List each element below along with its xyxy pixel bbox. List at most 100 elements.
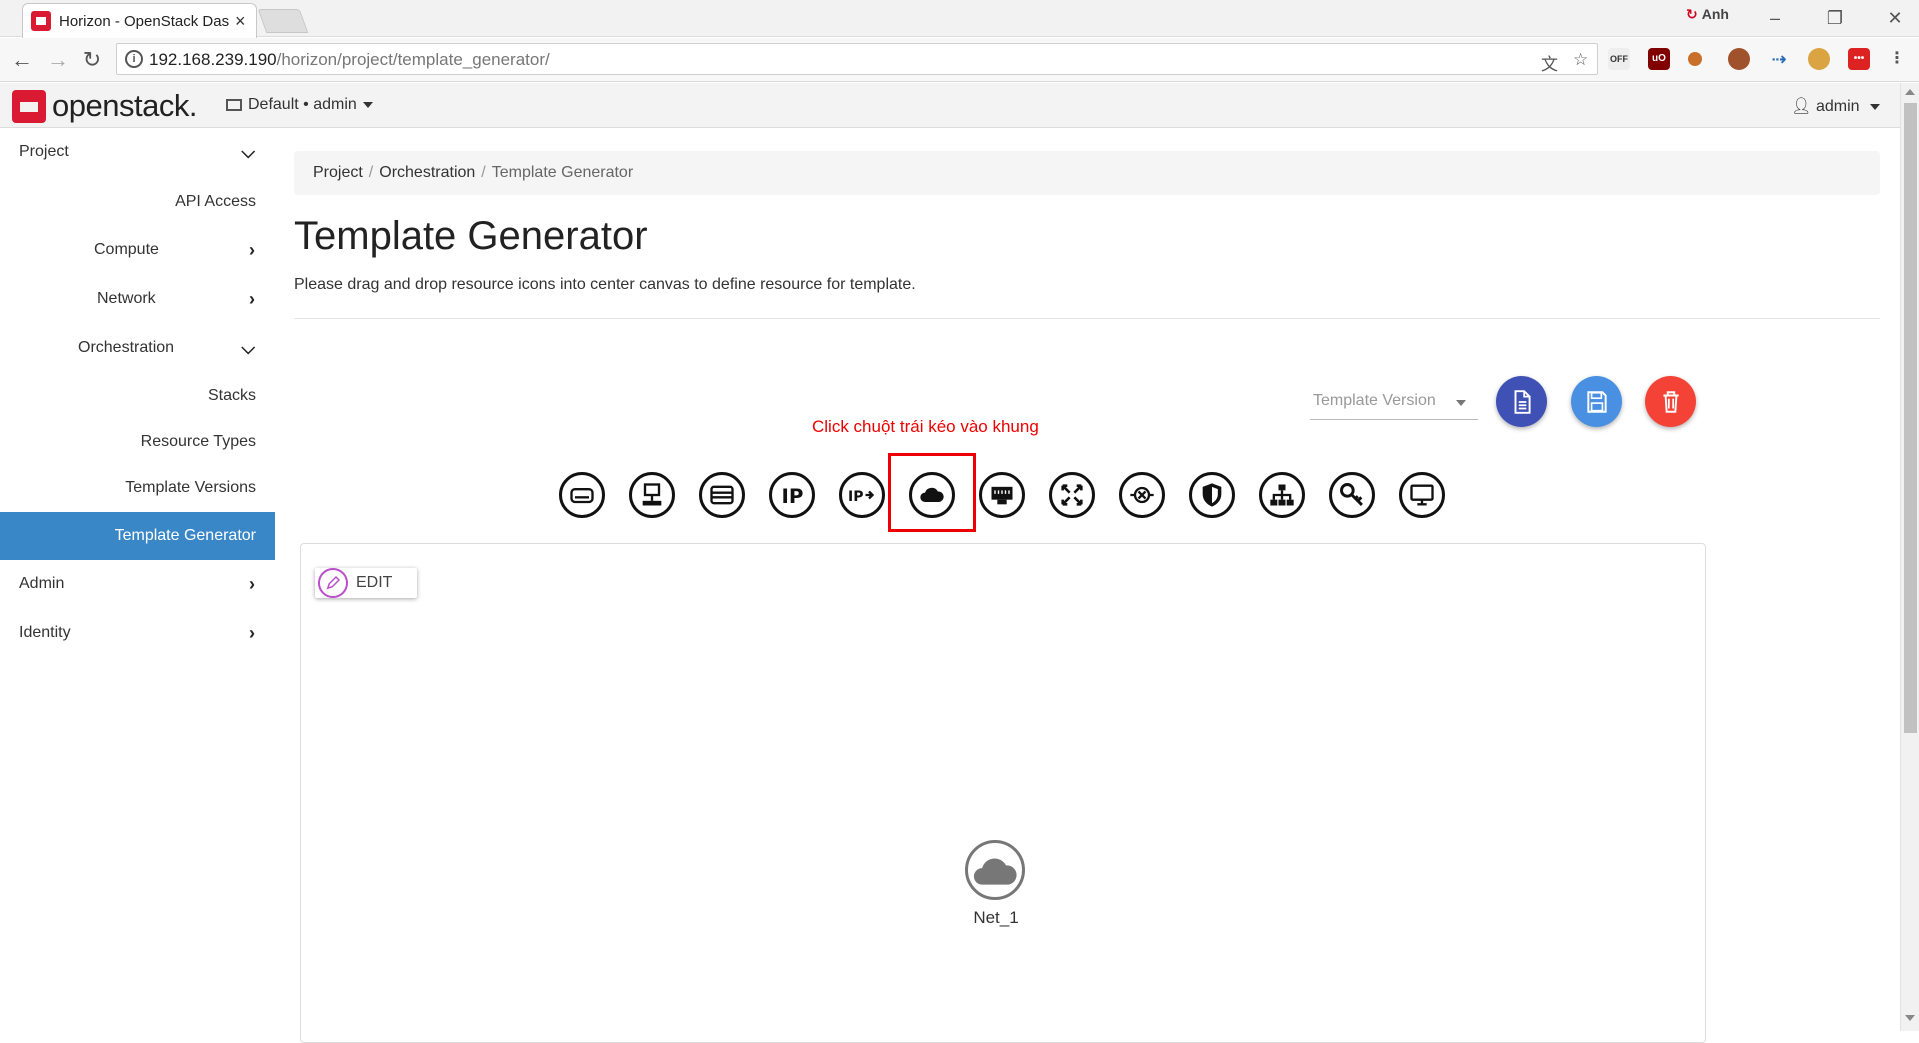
restore-button[interactable]: ❐	[1815, 4, 1855, 32]
extension-cookie-icon[interactable]	[1808, 48, 1830, 70]
profile-name: Anh	[1701, 6, 1729, 22]
port-icon[interactable]	[979, 472, 1025, 518]
divider	[294, 318, 1880, 319]
scroll-down-icon[interactable]	[1905, 1015, 1915, 1021]
scrollbar-thumb[interactable]	[1904, 103, 1917, 733]
server-icon[interactable]	[699, 472, 745, 518]
dropdown-arrow-icon	[1456, 400, 1466, 406]
back-icon[interactable]: ←	[8, 46, 36, 74]
address-bar[interactable]: i 192.168.239.190/horizon/project/templa…	[116, 43, 1598, 75]
logo-text: openstack.	[52, 88, 197, 123]
translate-icon[interactable]: 文	[1541, 50, 1558, 75]
horizon-navbar: openstack. Default • admin 👤︎ admin	[0, 83, 1900, 128]
project-selector-label: Default • admin	[248, 96, 357, 113]
sidebar: Project ⌵ API Access Compute › Network ›…	[0, 128, 275, 1031]
router-icon[interactable]	[1049, 472, 1095, 518]
chevron-right-icon: ›	[249, 288, 255, 309]
browser-tab[interactable]: Horizon - OpenStack Das ×	[22, 3, 257, 38]
floating-ip-association-icon[interactable]: IP	[839, 472, 885, 518]
template-version-select[interactable]: Template Version	[1310, 388, 1478, 420]
template-version-placeholder: Template Version	[1313, 392, 1436, 409]
subnet-icon[interactable]	[1259, 472, 1305, 518]
generate-template-button[interactable]	[1496, 376, 1547, 427]
openstack-favicon-icon	[31, 11, 51, 31]
instance-icon[interactable]	[1399, 472, 1445, 518]
save-button[interactable]	[1571, 376, 1622, 427]
extension-face-icon[interactable]	[1728, 48, 1750, 70]
sidebar-item-network[interactable]: Network ›	[0, 277, 275, 321]
sidebar-item-resource-types[interactable]: Resource Types	[0, 420, 275, 464]
delete-button[interactable]	[1645, 376, 1696, 427]
browser-menu-icon[interactable]: ⋮	[1886, 48, 1908, 70]
extension-bean-icon[interactable]	[1688, 52, 1702, 66]
chevron-down-icon: ⌵	[241, 337, 255, 358]
breadcrumb-current: Template Generator	[491, 164, 634, 181]
extension-dots-icon[interactable]: •••	[1848, 48, 1870, 70]
extension-arrow-icon[interactable]: ⇢	[1768, 48, 1790, 70]
tab-close-icon[interactable]: ×	[235, 11, 246, 32]
router-interface-icon[interactable]	[1119, 472, 1165, 518]
edit-label: EDIT	[356, 574, 393, 591]
breadcrumb-project[interactable]: Project	[313, 164, 363, 182]
profile-badge[interactable]: ↻ Anh	[1686, 6, 1729, 23]
scroll-up-icon[interactable]	[1905, 89, 1915, 95]
ublock-icon[interactable]: uO	[1648, 48, 1670, 70]
sidebar-item-project[interactable]: Project ⌵	[0, 130, 275, 174]
sidebar-item-compute[interactable]: Compute ›	[0, 228, 275, 272]
breadcrumb-separator: /	[481, 164, 486, 181]
chevron-right-icon: ›	[249, 622, 255, 643]
openstack-logo-icon	[12, 89, 46, 123]
pencil-icon	[318, 568, 348, 598]
volume-icon[interactable]	[559, 472, 605, 518]
network-icon[interactable]	[909, 472, 955, 518]
sidebar-item-stacks[interactable]: Stacks	[0, 374, 275, 418]
sidebar-item-api-access[interactable]: API Access	[0, 180, 275, 224]
server-group-icon[interactable]	[629, 472, 675, 518]
chevron-right-icon: ›	[249, 239, 255, 260]
security-group-icon[interactable]	[1189, 472, 1235, 518]
trash-icon	[1662, 390, 1679, 413]
edit-button[interactable]: EDIT	[315, 568, 417, 598]
drag-hint: Click chuột trái kéo vào khung	[812, 417, 1039, 436]
sidebar-item-orchestration[interactable]: Orchestration ⌵	[0, 326, 275, 370]
keypair-icon[interactable]	[1329, 472, 1375, 518]
extension-off-icon[interactable]: OFF	[1608, 48, 1630, 70]
breadcrumb-orchestration[interactable]: Orchestration	[379, 164, 475, 182]
url-text: 192.168.239.190/horizon/project/template…	[149, 50, 550, 69]
project-selector[interactable]: Default • admin	[226, 96, 373, 114]
browser-toolbar: ← → ↻ i 192.168.239.190/horizon/project/…	[0, 38, 1919, 82]
page-scrollbar[interactable]	[1900, 83, 1919, 1031]
user-menu[interactable]: 👤︎ admin	[1791, 96, 1880, 116]
caret-down-icon	[1870, 103, 1880, 110]
sidebar-item-admin[interactable]: Admin ›	[0, 562, 275, 606]
network-node-label: Net_1	[973, 908, 1019, 927]
tab-title: Horizon - OpenStack Das	[59, 12, 229, 30]
sidebar-item-template-versions[interactable]: Template Versions	[0, 466, 275, 510]
svg-text:IP: IP	[848, 489, 863, 505]
bookmark-star-icon[interactable]: ☆	[1573, 50, 1588, 70]
floating-ip-icon[interactable]: IP	[769, 472, 815, 518]
sidebar-item-template-generator[interactable]: Template Generator	[0, 512, 275, 560]
reload-icon[interactable]: ↻	[78, 46, 106, 74]
new-tab-button[interactable]	[257, 9, 309, 33]
sidebar-item-identity[interactable]: Identity ›	[0, 611, 275, 655]
breadcrumb: Project / Orchestration / Template Gener…	[294, 151, 1880, 195]
page-description: Please drag and drop resource icons into…	[294, 276, 916, 293]
template-canvas[interactable]: EDIT Net_1	[300, 543, 1706, 1043]
window-close-button[interactable]: ✕	[1875, 4, 1915, 32]
user-menu-label: admin	[1815, 98, 1860, 115]
chevron-right-icon: ›	[249, 573, 255, 594]
page-title: Template Generator	[294, 214, 648, 258]
profile-icon: ↻	[1686, 6, 1698, 22]
save-icon	[1586, 390, 1607, 413]
project-list-icon	[226, 99, 242, 111]
browser-tabstrip: Horizon - OpenStack Das × ↻ Anh – ❐ ✕	[0, 0, 1919, 38]
minimize-button[interactable]: –	[1755, 4, 1795, 32]
openstack-logo[interactable]: openstack.	[12, 88, 197, 124]
network-node-icon[interactable]	[965, 840, 1025, 900]
site-info-icon[interactable]: i	[125, 50, 143, 68]
forward-icon[interactable]: →	[44, 46, 72, 74]
document-icon	[1514, 389, 1531, 414]
caret-down-icon	[362, 102, 373, 108]
breadcrumb-separator: /	[368, 164, 374, 181]
